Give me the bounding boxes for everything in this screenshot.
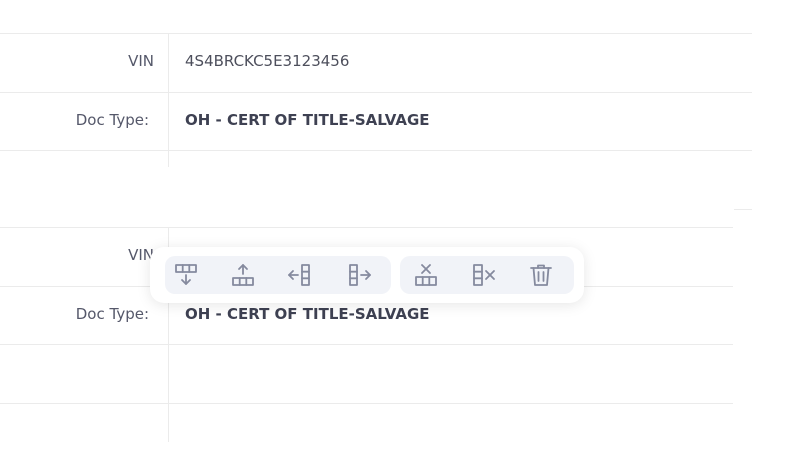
insert-column-right-button[interactable]	[340, 256, 378, 294]
delete-row-icon	[413, 262, 439, 288]
delete-column-button[interactable]	[465, 256, 503, 294]
vin-label: VIN	[128, 52, 154, 70]
insert-row-above-button[interactable]	[224, 256, 262, 294]
document-table-view: VIN 4S4BRCKC5E3123456 Doc Type: OH - CER…	[0, 0, 800, 450]
doc-type-value[interactable]: OH - CERT OF TITLE-SALVAGE	[185, 111, 430, 129]
column-divider	[168, 33, 169, 167]
doc-type-label: Doc Type:	[75, 305, 149, 323]
insert-column-left-icon	[287, 262, 313, 288]
delete-column-icon	[471, 262, 497, 288]
row-divider	[0, 227, 733, 228]
doc-type-label: Doc Type:	[75, 111, 149, 129]
trash-icon	[528, 262, 554, 288]
insert-row-below-icon	[173, 262, 199, 288]
delete-group	[400, 256, 574, 294]
table-toolbar	[150, 247, 584, 303]
row-column-insert-group	[165, 256, 391, 294]
row-divider	[0, 33, 752, 34]
empty-cell[interactable]	[169, 404, 733, 444]
row-divider	[0, 150, 752, 151]
insert-row-above-icon	[230, 262, 256, 288]
delete-row-button[interactable]	[407, 256, 445, 294]
insert-column-right-icon	[346, 262, 372, 288]
empty-cell[interactable]	[169, 345, 733, 403]
table-edge	[734, 209, 752, 210]
insert-column-left-button[interactable]	[281, 256, 319, 294]
delete-table-button[interactable]	[522, 256, 560, 294]
doc-type-value[interactable]: OH - CERT OF TITLE-SALVAGE	[185, 305, 430, 323]
vin-value[interactable]: 4S4BRCKC5E3123456	[185, 52, 349, 70]
row-divider	[0, 92, 752, 93]
insert-row-below-button[interactable]	[167, 256, 205, 294]
